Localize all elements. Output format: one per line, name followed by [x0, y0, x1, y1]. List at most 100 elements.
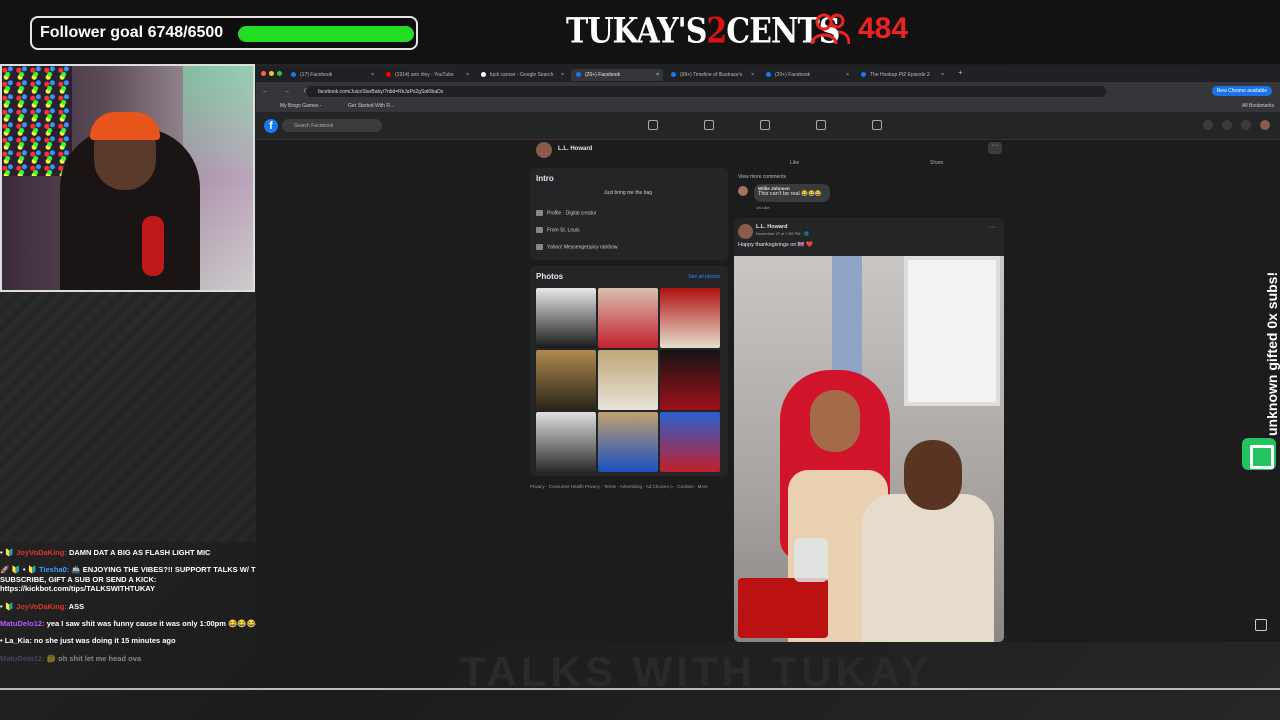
chat-username[interactable]: MatuDelo12: — [0, 619, 45, 628]
all-bookmarks[interactable]: All Bookmarks — [1242, 103, 1274, 109]
chat-text: yea I saw shit was funny cause it was on… — [46, 618, 266, 628]
share-button[interactable]: Share — [930, 160, 943, 166]
comment-meta[interactable]: 1w Like — [756, 205, 770, 210]
brand-name: TUKAY'S — [566, 11, 707, 52]
post-more-button[interactable]: ··· — [989, 224, 996, 231]
photo-thumbnail[interactable] — [536, 412, 596, 472]
brand-two: 2 — [706, 11, 727, 52]
tab-close-icon[interactable]: × — [466, 72, 469, 78]
subs-ticker: unknown gifted 0x subs! — [1244, 246, 1280, 436]
new-tab-icon[interactable]: + — [958, 68, 963, 77]
facebook-logo[interactable]: f — [264, 119, 278, 133]
follower-goal-label: Follower goal 6748/6500 — [40, 24, 224, 41]
photo-thumbnail[interactable] — [660, 288, 720, 348]
chat-message: • 🔰 JoyVoDaKing: ASS — [0, 602, 300, 611]
footer-links[interactable]: Privacy · Consumer Health Privacy · Term… — [530, 484, 730, 490]
video-icon[interactable] — [704, 120, 714, 130]
woman-face — [810, 390, 860, 452]
post-photo[interactable] — [734, 256, 1004, 642]
groups-icon[interactable] — [816, 120, 826, 130]
brand-logo: TUKAY'S2CENTS — [566, 11, 840, 52]
chat-message: 🚀 🔰 • 🔰 Tiesha0: 🚢 ENJOYING THE VIBES?!!… — [0, 565, 300, 593]
viewer-count: 484 — [858, 12, 909, 45]
url-field[interactable]: facebook.com/JuiceStarBaby/?rdid=RkJaPs2… — [306, 86, 1106, 97]
chat-badges: • 🔰 — [0, 548, 17, 557]
browser-tab[interactable]: The Hookup Pt2 Episode 2 × — [856, 69, 948, 81]
bookmark-get-started[interactable]: Get Started With R... — [348, 103, 394, 109]
gaming-icon[interactable] — [872, 120, 882, 130]
marketplace-icon[interactable] — [760, 120, 770, 130]
tab-close-icon[interactable]: × — [656, 72, 659, 78]
post-avatar[interactable] — [738, 224, 753, 239]
facebook-navbar: f Search Facebook — [256, 112, 1280, 140]
commenter-avatar[interactable] — [738, 186, 748, 196]
profile-avatar[interactable] — [536, 142, 552, 158]
window-scene — [904, 256, 1000, 406]
comment-text: This can't be real 😂😂😂 — [758, 191, 822, 197]
tab-close-icon[interactable]: × — [371, 72, 374, 78]
chat-text: ASS — [68, 601, 85, 611]
tab-favicon — [481, 72, 486, 77]
chat-message: • La_Kia: no she just was doing it 15 mi… — [0, 636, 300, 645]
profile-name[interactable]: L.L. Howard — [558, 146, 592, 152]
minimize-window-icon[interactable] — [269, 71, 274, 76]
photo-thumbnail[interactable] — [598, 288, 658, 348]
view-more-comments-link[interactable]: View more comments — [738, 174, 786, 180]
browser-tab[interactable]: (20+) Facebook × — [571, 69, 663, 81]
tab-strip: (17) Facebook × (1914) ann riley - YouTube… — [256, 66, 1280, 82]
facebook-account-icons — [1203, 120, 1270, 130]
profile-header: L.L. Howard ··· — [534, 142, 1004, 162]
photo-thumbnail[interactable] — [598, 350, 658, 410]
notifications-icon[interactable] — [1241, 120, 1251, 130]
profile-more-button[interactable]: ··· — [988, 142, 1002, 154]
home-icon[interactable] — [648, 120, 658, 130]
streamer-cap — [90, 112, 160, 140]
intro-item-label: From St. Louis — [547, 227, 580, 234]
follower-goal-bar — [238, 26, 414, 42]
tab-close-icon[interactable]: × — [846, 72, 849, 78]
viewer-count-widget: 484 — [810, 12, 908, 46]
chat-username[interactable]: La_Kia: — [5, 636, 32, 645]
chat-text: DAMN DAT A BIG AS FLASH LIGHT MIC — [68, 548, 211, 557]
menu-grid-icon[interactable] — [1203, 120, 1213, 130]
maximize-window-icon[interactable] — [277, 71, 282, 76]
photo-thumbnail[interactable] — [536, 288, 596, 348]
photo-thumbnail[interactable] — [598, 412, 658, 472]
photo-thumbnail[interactable] — [660, 350, 720, 410]
post-date[interactable]: November 27 at 7:59 PM · 🌐 — [756, 231, 809, 236]
chat-username[interactable]: JoyVoDaKing: — [16, 602, 67, 611]
chat-username[interactable]: MatuDelo12: — [0, 654, 45, 663]
tab-close-icon[interactable]: × — [751, 72, 754, 78]
chat-username[interactable]: Tiesha0: — [39, 565, 69, 574]
post-author[interactable]: L.L. Howard — [756, 224, 787, 230]
tab-close-icon[interactable]: × — [941, 72, 944, 78]
browser-tab[interactable]: fuck cancer - Google Search × — [476, 69, 568, 81]
microphone — [142, 216, 164, 276]
browser-tab[interactable]: (17) Facebook × — [286, 69, 378, 81]
tab-close-icon[interactable]: × — [561, 72, 564, 78]
photo-thumbnail[interactable] — [536, 350, 596, 410]
comment-bubble: Willie Johnson This can't be real 😂😂😂 — [754, 184, 830, 202]
browser-tab[interactable]: (1914) ann riley - YouTube × — [381, 69, 473, 81]
browser-tab[interactable]: (99+) Timeline of Illustrace's × — [666, 69, 758, 81]
see-all-photos-link[interactable]: See all photos — [688, 274, 720, 280]
new-chrome-button[interactable]: New Chrome available — [1211, 86, 1272, 96]
edit-icon[interactable] — [1255, 619, 1267, 631]
window-controls — [261, 71, 282, 76]
facebook-search-input[interactable]: Search Facebook — [282, 119, 382, 132]
browser-tab[interactable]: (20+) Facebook × — [761, 69, 853, 81]
close-window-icon[interactable] — [261, 71, 266, 76]
bookmark-bingo[interactable]: My Bingo Games - — [280, 103, 321, 109]
post-text: Happy thanksgivings on 🇬🇧 ❤️ — [738, 242, 814, 248]
chat-text: no she just was doing it 15 minutes ago — [33, 636, 176, 646]
location-icon — [536, 227, 543, 233]
messenger-icon[interactable] — [1222, 120, 1232, 130]
account-avatar[interactable] — [1260, 120, 1270, 130]
tab-favicon — [576, 72, 581, 77]
chat-username[interactable]: JoyVoDaKing: — [16, 548, 67, 557]
intro-item-hometown: From St. Louis — [536, 227, 580, 233]
tab-label: The Hookup Pt2 Episode 2 — [870, 72, 930, 78]
photo-thumbnail[interactable] — [660, 412, 720, 472]
like-button[interactable]: Like — [790, 160, 799, 166]
follower-goal-fill — [238, 26, 414, 42]
